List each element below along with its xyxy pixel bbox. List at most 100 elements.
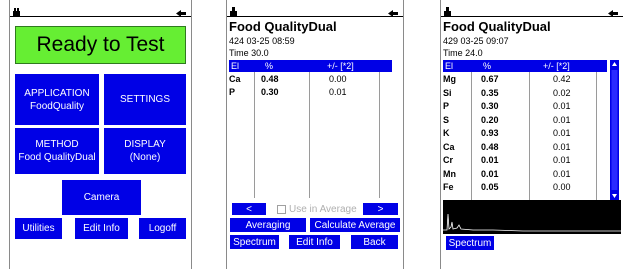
- averaging-label: Averaging: [245, 219, 291, 231]
- checkbox-box: [277, 205, 286, 214]
- main-menu-screen: Ready to Test APPLICATION FoodQuality SE…: [9, 0, 192, 269]
- averaging-button[interactable]: Averaging: [230, 218, 306, 232]
- results-table-header: El % +/- [*2]: [229, 60, 392, 72]
- battery-icon: [176, 4, 187, 22]
- row-error: 0.01: [553, 155, 571, 165]
- test-datetime: 03-25 08:59: [246, 36, 295, 46]
- row-percent: 0.30: [261, 87, 279, 97]
- test-time: Time 24.0: [443, 48, 483, 58]
- calculate-average-button[interactable]: Calculate Average: [310, 218, 400, 232]
- table-row: P 0.30 0.01: [443, 100, 607, 113]
- test-info: 424 03-25 08:59: [229, 36, 295, 46]
- display-button[interactable]: DISPLAY (None): [104, 128, 186, 174]
- row-percent: 0.05: [481, 182, 499, 192]
- row-percent: 0.48: [481, 141, 499, 152]
- row-percent: 0.01: [481, 155, 499, 165]
- row-error: 0.01: [553, 128, 571, 138]
- col-element: El: [445, 61, 454, 71]
- camera-label: Camera: [83, 192, 120, 203]
- test-number: 424: [229, 36, 245, 46]
- camera-button[interactable]: Camera: [62, 180, 141, 215]
- spectrum-button[interactable]: Spectrum: [230, 235, 279, 249]
- results-table-header: El % +/- [*2]: [443, 60, 607, 72]
- row-element: Ca: [229, 74, 241, 84]
- row-error: 0.00: [553, 182, 571, 192]
- row-percent: 0.35: [481, 87, 499, 98]
- application-title: APPLICATION: [24, 87, 90, 99]
- table-row: P 0.30 0.01: [229, 86, 392, 99]
- row-error: 0.01: [553, 168, 571, 179]
- row-element: P: [443, 101, 450, 111]
- table-row: Cr 0.01 0.01: [443, 154, 607, 167]
- spectrum-label: Spectrum: [448, 237, 492, 249]
- next-label: >: [377, 203, 384, 215]
- utilities-label: Utilities: [22, 223, 55, 234]
- row-element: P: [229, 87, 236, 97]
- edit-info-button[interactable]: Edit Info: [289, 235, 340, 249]
- row-percent: 0.20: [481, 114, 499, 125]
- table-row: Ca 0.48 0.00: [229, 73, 392, 86]
- row-error: 0.01: [553, 114, 571, 125]
- utilities-button[interactable]: Utilities: [15, 218, 62, 239]
- spectrum-button[interactable]: Spectrum: [446, 236, 494, 250]
- logoff-button[interactable]: Logoff: [139, 218, 186, 239]
- calculate-average-label: Calculate Average: [314, 219, 396, 231]
- status-bar: [441, 3, 623, 17]
- row-element: S: [443, 114, 450, 125]
- row-error: 0.01: [553, 101, 571, 111]
- application-value: FoodQuality: [30, 100, 84, 112]
- use-in-average-label: Use in Average: [289, 204, 357, 215]
- col-percent: %: [265, 61, 274, 71]
- row-error: 0.01: [329, 87, 347, 97]
- previous-button[interactable]: <: [232, 203, 266, 215]
- table-row: S 0.20 0.01: [443, 114, 607, 127]
- table-row: K 0.93 0.01: [443, 127, 607, 140]
- result-screen-spectrum: Food QualityDual 429 03-25 09:07 Time 24…: [440, 0, 623, 269]
- row-error: 0.01: [553, 141, 571, 152]
- use-in-average-checkbox[interactable]: Use in Average: [277, 204, 357, 215]
- row-element: Cr: [443, 155, 454, 165]
- result-screen-average: Food QualityDual 424 03-25 08:59 Time 30…: [226, 0, 404, 269]
- test-time: Time 30.0: [229, 48, 269, 58]
- ready-status-banner: Ready to Test: [15, 26, 186, 64]
- edit-info-label: Edit Info: [296, 236, 333, 248]
- settings-button[interactable]: SETTINGS: [104, 74, 186, 125]
- back-button[interactable]: Back: [351, 235, 398, 249]
- row-percent: 0.48: [261, 74, 279, 84]
- table-row: Ca 0.48 0.01: [443, 141, 607, 154]
- col-element: El: [231, 61, 240, 71]
- col-error: +/- [*2]: [543, 61, 570, 71]
- row-error: 0.42: [553, 74, 571, 84]
- scroll-up-icon: [612, 62, 617, 66]
- edit-info-button[interactable]: Edit Info: [75, 218, 128, 239]
- logoff-label: Logoff: [148, 223, 177, 234]
- row-element: Fe: [443, 182, 454, 192]
- table-row: Mn 0.01 0.01: [443, 168, 607, 181]
- method-title: Food QualityDual: [229, 19, 337, 34]
- user-icon: [13, 3, 20, 21]
- row-error: 0.02: [553, 87, 571, 98]
- table-row: Mg 0.67 0.42: [443, 73, 607, 86]
- back-label: Back: [363, 236, 386, 248]
- scroll-down-icon: [612, 194, 617, 198]
- display-title: DISPLAY: [124, 139, 166, 150]
- row-element: Si: [443, 87, 452, 98]
- application-button[interactable]: APPLICATION FoodQuality: [15, 74, 99, 125]
- next-button[interactable]: >: [363, 203, 398, 215]
- results-scrollbar[interactable]: [610, 60, 619, 200]
- row-error: 0.00: [329, 74, 347, 84]
- row-element: Mg: [443, 74, 456, 84]
- method-button[interactable]: METHOD Food QualityDual: [15, 128, 99, 174]
- test-datetime: 03-25 09:07: [460, 36, 509, 46]
- display-value: (None): [129, 152, 161, 163]
- battery-icon: [608, 4, 619, 22]
- row-element: K: [443, 128, 450, 138]
- table-row: Si 0.35 0.02: [443, 87, 607, 100]
- edit-info-label: Edit Info: [83, 223, 120, 234]
- settings-label: SETTINGS: [119, 94, 170, 105]
- spectrum-label: Spectrum: [233, 236, 276, 248]
- previous-label: <: [246, 203, 252, 215]
- battery-icon: [388, 4, 399, 22]
- method-value: Food QualityDual: [18, 152, 96, 163]
- status-bar: [227, 3, 403, 17]
